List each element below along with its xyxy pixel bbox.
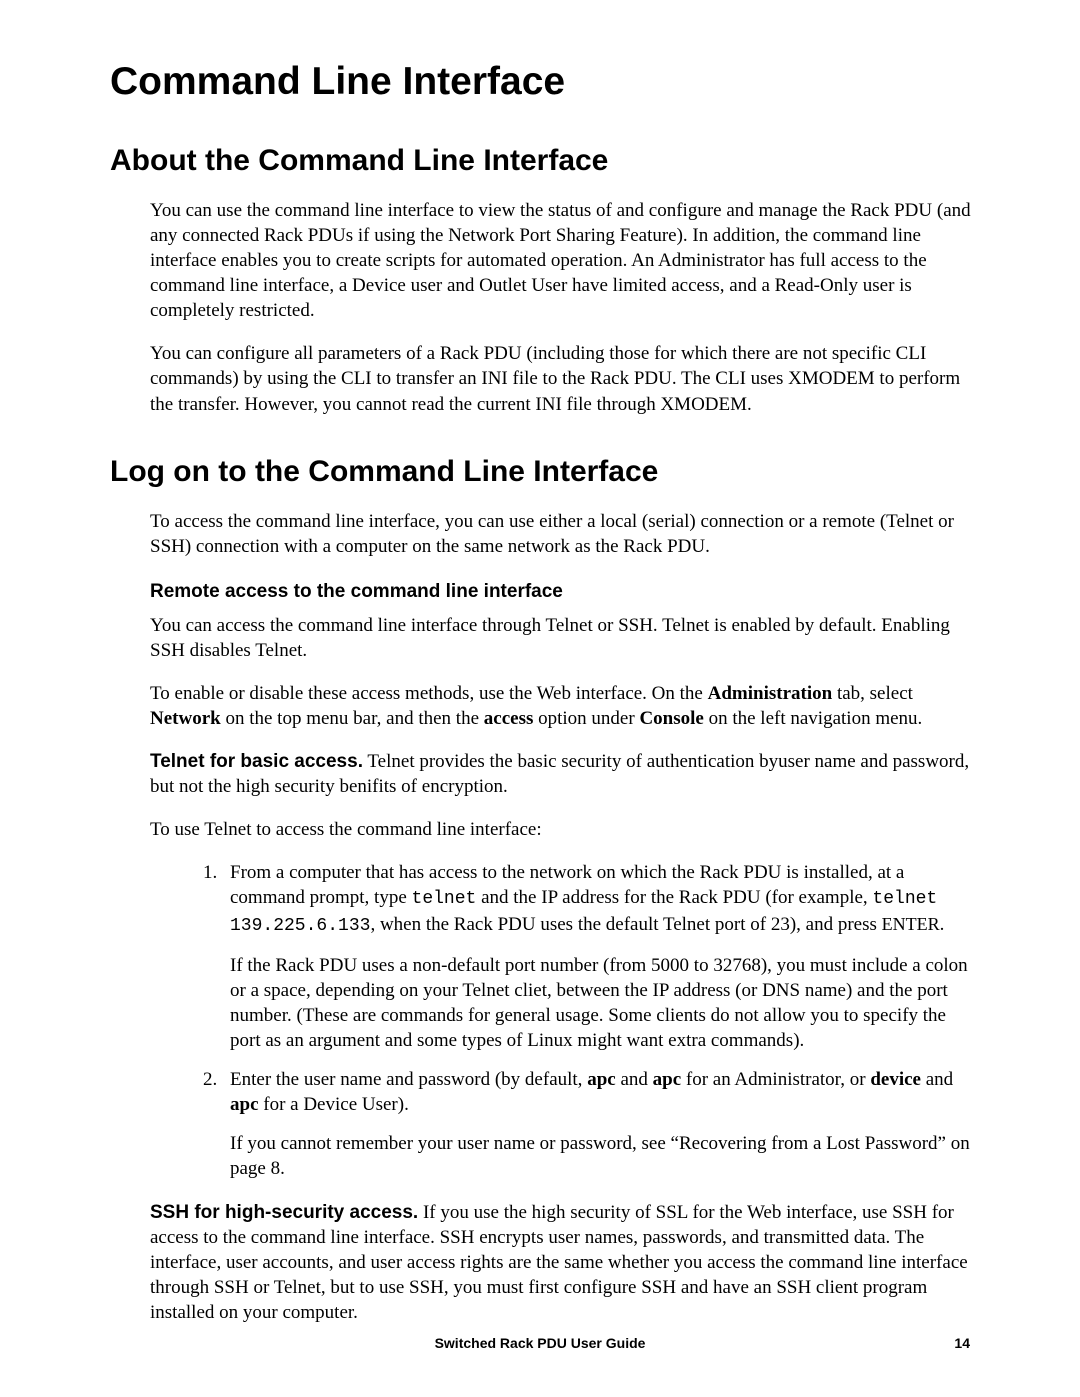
- code-text: telnet: [412, 889, 477, 909]
- text: , when the Rack PDU uses the default Tel…: [370, 914, 881, 935]
- text: tab, select: [832, 683, 913, 704]
- bold-text: Network: [150, 708, 221, 729]
- section-heading-about: About the Command Line Interface: [110, 144, 980, 178]
- paragraph: If you cannot remember your user name or…: [230, 1131, 980, 1181]
- section-heading-logon: Log on to the Command Line Interface: [110, 455, 980, 489]
- bold-text: apc: [653, 1069, 682, 1090]
- paragraph: To access the command line interface, yo…: [150, 509, 980, 559]
- subsection-heading-remote: Remote access to the command line interf…: [150, 581, 980, 603]
- footer-title: Switched Rack PDU User Guide: [435, 1335, 646, 1351]
- key-name: ENTER: [882, 914, 940, 934]
- section-body: You can use the command line interface t…: [150, 198, 980, 417]
- text: Enter the user name and password (by def…: [230, 1069, 587, 1090]
- paragraph: You can use the command line interface t…: [150, 198, 980, 323]
- ordered-list: From a computer that has access to the n…: [150, 860, 980, 1181]
- paragraph: To enable or disable these access method…: [150, 681, 980, 731]
- bold-text: Administration: [708, 683, 833, 704]
- bold-text: apc: [587, 1069, 616, 1090]
- list-item: From a computer that has access to the n…: [222, 860, 980, 1053]
- section-body: To access the command line interface, yo…: [150, 509, 980, 559]
- text: on the left navigation menu.: [704, 708, 922, 729]
- run-in-heading: SSH for high-security access.: [150, 1202, 418, 1223]
- paragraph: If the Rack PDU uses a non-default port …: [230, 953, 980, 1053]
- text: on the top menu bar, and then the: [221, 708, 484, 729]
- text: and: [616, 1069, 653, 1090]
- paragraph: You can access the command line interfac…: [150, 613, 980, 663]
- paragraph: You can configure all parameters of a Ra…: [150, 341, 980, 416]
- bold-text: apc: [230, 1094, 259, 1115]
- run-in-heading: Telnet for basic access.: [150, 751, 363, 772]
- text: and: [921, 1069, 953, 1090]
- bold-text: access: [484, 708, 534, 729]
- text: for an Administrator, or: [681, 1069, 870, 1090]
- list-item: Enter the user name and password (by def…: [222, 1067, 980, 1181]
- text: and the IP address for the Rack PDU (for…: [476, 887, 872, 908]
- bold-text: Console: [639, 708, 703, 729]
- document-page: Command Line Interface About the Command…: [0, 0, 1080, 1397]
- page-footer: Switched Rack PDU User Guide 14: [0, 1335, 1080, 1351]
- page-title: Command Line Interface: [110, 60, 980, 104]
- text: for a Device User).: [259, 1094, 409, 1115]
- paragraph: Telnet for basic access. Telnet provides…: [150, 749, 980, 799]
- bold-text: device: [870, 1069, 921, 1090]
- subsection-body: You can access the command line interfac…: [150, 613, 980, 1325]
- paragraph: SSH for high-security access. If you use…: [150, 1200, 980, 1325]
- text: option under: [533, 708, 639, 729]
- text: .: [940, 914, 945, 935]
- paragraph: To use Telnet to access the command line…: [150, 817, 980, 842]
- page-number: 14: [954, 1335, 970, 1351]
- text: To enable or disable these access method…: [150, 683, 708, 704]
